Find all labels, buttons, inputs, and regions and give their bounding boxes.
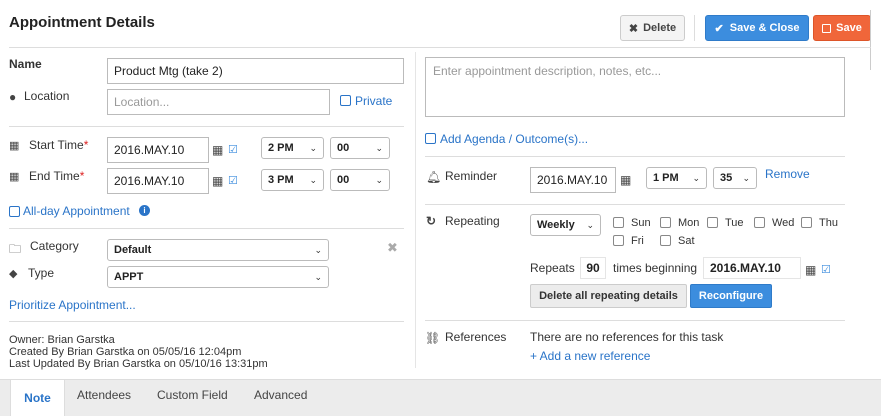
day-checkbox-wed[interactable] bbox=[754, 217, 765, 228]
save-close-label: Save & Close bbox=[729, 22, 800, 34]
day-label-mon: Mon bbox=[678, 217, 700, 229]
end-date-input[interactable]: 2016.MAY.10 bbox=[107, 168, 209, 194]
repeat-frequency-select[interactable]: Weekly ⌄ bbox=[530, 214, 601, 236]
location-input[interactable]: Location... bbox=[107, 89, 330, 115]
calendar-icon[interactable]: ▦ bbox=[212, 143, 223, 157]
day-checkbox-sun[interactable] bbox=[613, 217, 624, 228]
add-reference-link[interactable]: + Add a new reference bbox=[530, 349, 650, 363]
end-time-label: End Time* bbox=[29, 169, 85, 183]
reminder-hour-select[interactable]: 1 PM ⌄ bbox=[646, 167, 707, 189]
floppy-icon bbox=[822, 23, 832, 33]
created-text: Created By Brian Garstka on 05/05/16 12:… bbox=[9, 346, 242, 358]
updated-text: Last Updated By Brian Garstka on 05/10/1… bbox=[9, 358, 268, 370]
tab-bar bbox=[0, 379, 881, 416]
check-icon: ✔ bbox=[714, 22, 724, 35]
link-icon: ⛓ bbox=[425, 331, 441, 345]
day-label-tue: Tue bbox=[725, 217, 744, 229]
references-label: References bbox=[445, 330, 507, 344]
save-close-button[interactable]: ✔ Save & Close bbox=[705, 15, 809, 41]
day-label-sat: Sat bbox=[678, 235, 695, 247]
tab-attendees[interactable]: Attendees bbox=[77, 388, 131, 402]
day-checkbox-fri[interactable] bbox=[613, 235, 624, 246]
reconfigure-button[interactable]: Reconfigure bbox=[690, 284, 772, 308]
no-references-text: There are no references for this task bbox=[530, 330, 724, 344]
reminder-label: Reminder bbox=[445, 169, 498, 183]
delete-repeating-button[interactable]: Delete all repeating details bbox=[530, 284, 687, 308]
name-input[interactable]: Product Mtg (take 2) bbox=[107, 58, 404, 84]
end-minute-select[interactable]: 00 ⌄ bbox=[330, 169, 390, 191]
day-label-thu: Thu bbox=[819, 217, 838, 229]
scrollbar[interactable] bbox=[870, 10, 878, 70]
start-time-label: Start Time* bbox=[29, 138, 89, 152]
allday-checkbox[interactable] bbox=[9, 206, 20, 217]
calendar-check-icon[interactable]: ☑ bbox=[228, 174, 238, 187]
calendar-check-icon[interactable]: ☑ bbox=[228, 143, 238, 156]
day-label-wed: Wed bbox=[772, 217, 795, 229]
delete-button-label: Delete bbox=[643, 22, 677, 34]
day-checkbox-mon[interactable] bbox=[660, 217, 671, 228]
info-icon[interactable]: i bbox=[139, 205, 150, 216]
category-label: Category bbox=[30, 239, 79, 253]
header-divider bbox=[694, 15, 695, 41]
divider bbox=[9, 321, 404, 322]
bell-icon: 🔔︎ bbox=[426, 170, 442, 184]
reminder-minute-select[interactable]: 35 ⌄ bbox=[713, 167, 757, 189]
repeating-label: Repeating bbox=[445, 214, 500, 228]
page-title: Appointment Details bbox=[9, 14, 155, 31]
divider bbox=[9, 126, 404, 127]
calendar-icon[interactable]: ▦ bbox=[212, 174, 223, 188]
repeats-label: Repeats bbox=[530, 261, 575, 275]
start-hour-select[interactable]: 2 PM ⌄ bbox=[261, 137, 324, 159]
location-label: Location bbox=[24, 89, 70, 103]
prioritize-link[interactable]: Prioritize Appointment... bbox=[9, 298, 136, 312]
reminder-date-input[interactable]: 2016.MAY.10 bbox=[530, 167, 616, 193]
close-icon: ✖ bbox=[628, 22, 639, 35]
refresh-icon: ↻ bbox=[426, 214, 437, 228]
day-label-sun: Sun bbox=[631, 217, 651, 229]
day-checkbox-tue[interactable] bbox=[707, 217, 718, 228]
start-date-input[interactable]: 2016.MAY.10 bbox=[107, 137, 209, 163]
day-checkbox-sat[interactable] bbox=[660, 235, 671, 246]
type-label: Type bbox=[28, 266, 55, 280]
divider bbox=[425, 204, 845, 205]
repeats-count-input[interactable]: 90 bbox=[580, 257, 606, 279]
day-label-fri: Fri bbox=[631, 235, 644, 247]
agenda-checkbox[interactable] bbox=[425, 133, 436, 144]
folder-icon: 🗀 bbox=[9, 242, 22, 256]
tab-advanced[interactable]: Advanced bbox=[254, 388, 307, 402]
repeat-begin-date-input[interactable]: 2016.MAY.10 bbox=[703, 257, 801, 279]
owner-text: Owner: Brian Garstka bbox=[9, 334, 115, 346]
map-pin-icon: ● bbox=[9, 90, 17, 104]
description-textarea[interactable]: Enter appointment description, notes, et… bbox=[425, 57, 845, 117]
delete-button[interactable]: ✖ Delete bbox=[620, 15, 685, 41]
tag-icon: ◆ bbox=[9, 268, 18, 280]
tab-custom-field[interactable]: Custom Field bbox=[157, 388, 228, 402]
start-minute-select[interactable]: 00 ⌄ bbox=[330, 137, 390, 159]
times-beginning-label: times beginning bbox=[613, 261, 698, 275]
day-checkbox-thu[interactable] bbox=[801, 217, 812, 228]
divider bbox=[425, 156, 845, 157]
private-label[interactable]: Private bbox=[355, 94, 392, 108]
header-divider-line bbox=[9, 47, 871, 48]
calendar-icon[interactable]: ▦ bbox=[805, 263, 816, 277]
clear-icon[interactable]: ✖ bbox=[387, 240, 398, 256]
end-hour-select[interactable]: 3 PM ⌄ bbox=[261, 169, 324, 191]
save-label: Save bbox=[836, 22, 862, 34]
allday-label[interactable]: All-day Appointment bbox=[23, 204, 130, 218]
calendar-icon: ▦ bbox=[9, 140, 20, 152]
category-select[interactable]: Default ⌄ bbox=[107, 239, 329, 261]
agenda-link[interactable]: Add Agenda / Outcome(s)... bbox=[440, 132, 588, 146]
tab-note[interactable]: Note bbox=[10, 379, 65, 416]
calendar-check-icon[interactable]: ☑ bbox=[821, 263, 831, 276]
save-button[interactable]: Save bbox=[813, 15, 871, 41]
name-label: Name bbox=[9, 57, 42, 71]
type-select[interactable]: APPT ⌄ bbox=[107, 266, 329, 288]
calendar-icon: ▦ bbox=[9, 171, 20, 183]
private-checkbox[interactable] bbox=[340, 95, 351, 106]
remove-reminder-link[interactable]: Remove bbox=[765, 167, 810, 181]
divider bbox=[9, 228, 404, 229]
divider bbox=[425, 320, 845, 321]
calendar-icon[interactable]: ▦ bbox=[620, 173, 631, 187]
column-divider bbox=[415, 52, 416, 368]
